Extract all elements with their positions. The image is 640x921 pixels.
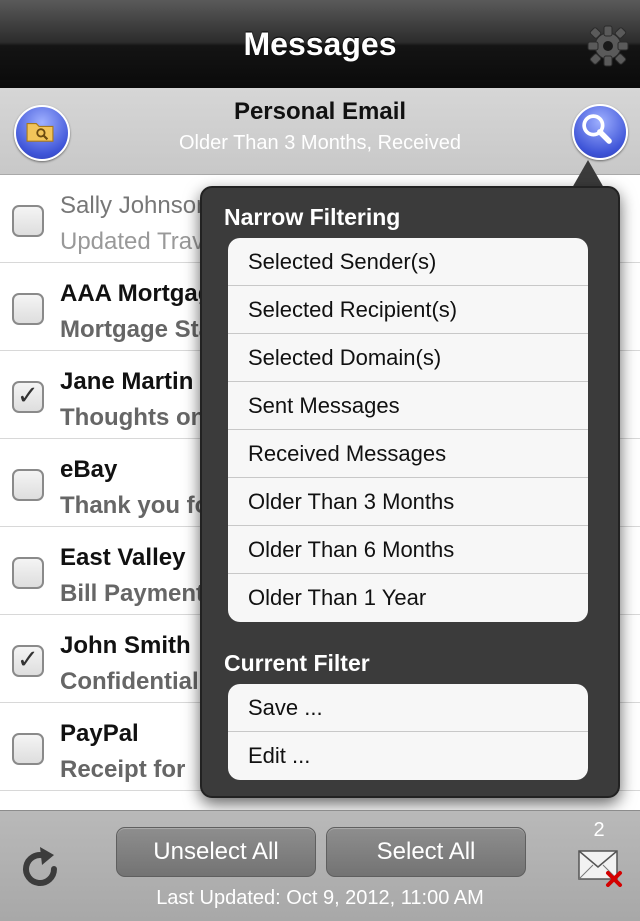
message-subject: Thank you for [60, 492, 219, 519]
popover-arrow [572, 160, 604, 188]
last-updated-label: Last Updated: Oct 9, 2012, 11:00 AM [156, 887, 484, 909]
message-sender: Jane Martin [60, 368, 194, 395]
menu-item-selected-recipients[interactable]: Selected Recipient(s) [228, 286, 588, 334]
filter-name: Personal Email [233, 98, 407, 125]
bottom-toolbar: Unselect All Select All Last Updated: Oc… [0, 810, 640, 921]
menu-item-selected-senders[interactable]: Selected Sender(s) [228, 238, 588, 286]
nav-bar: Messages [0, 0, 640, 89]
message-sender: eBay [60, 456, 118, 483]
message-sender: Sally Johnson [60, 192, 210, 219]
checkmark-icon: ✓ [17, 644, 39, 674]
select-all-button[interactable]: Select All [326, 827, 526, 877]
message-checkbox[interactable]: ✓ [12, 380, 44, 413]
page-title: Messages [243, 26, 397, 62]
message-subject: Confidential [60, 668, 199, 695]
message-checkbox[interactable] [12, 733, 44, 765]
checkmark-icon: ✓ [17, 380, 39, 410]
search-icon [582, 114, 612, 144]
message-subject: Thoughts on [60, 404, 206, 431]
delete-count-badge: 2 [593, 819, 605, 841]
search-button[interactable] [572, 104, 628, 160]
current-filter-heading: Current Filter [224, 650, 370, 676]
narrow-filtering-menu: Selected Sender(s) Selected Recipient(s)… [228, 238, 588, 622]
message-checkbox[interactable] [12, 205, 44, 237]
menu-item-selected-domains[interactable]: Selected Domain(s) [228, 334, 588, 382]
filter-description: Older Than 3 Months, Received [178, 132, 461, 154]
gear-icon[interactable] [586, 24, 630, 68]
message-checkbox[interactable] [12, 293, 44, 325]
mail-delete-icon[interactable] [576, 847, 624, 887]
message-subject: Bill Payment [60, 580, 205, 607]
menu-item-older-1-year[interactable]: Older Than 1 Year [228, 574, 588, 622]
message-checkbox[interactable] [12, 557, 44, 589]
menu-item-older-6-months[interactable]: Older Than 6 Months [228, 526, 588, 574]
message-sender: PayPal [60, 720, 139, 747]
menu-item-save[interactable]: Save ... [228, 684, 588, 732]
message-checkbox[interactable]: ✓ [12, 644, 44, 677]
unselect-all-button[interactable]: Unselect All [116, 827, 316, 877]
menu-item-received-messages[interactable]: Received Messages [228, 430, 588, 478]
message-checkbox[interactable] [12, 469, 44, 501]
menu-item-older-3-months[interactable]: Older Than 3 Months [228, 478, 588, 526]
message-subject: Receipt for [60, 756, 186, 783]
message-sender: John Smith [60, 632, 191, 659]
menu-item-edit[interactable]: Edit ... [228, 732, 588, 780]
narrow-filtering-heading: Narrow Filtering [224, 204, 401, 230]
current-filter-menu: Save ... Edit ... [228, 684, 588, 780]
filter-popover: Narrow Filtering Selected Sender(s) Sele… [200, 186, 620, 798]
menu-item-sent-messages[interactable]: Sent Messages [228, 382, 588, 430]
filter-header: Personal Email Older Than 3 Months, Rece… [0, 88, 640, 175]
message-sender: East Valley [60, 544, 186, 571]
